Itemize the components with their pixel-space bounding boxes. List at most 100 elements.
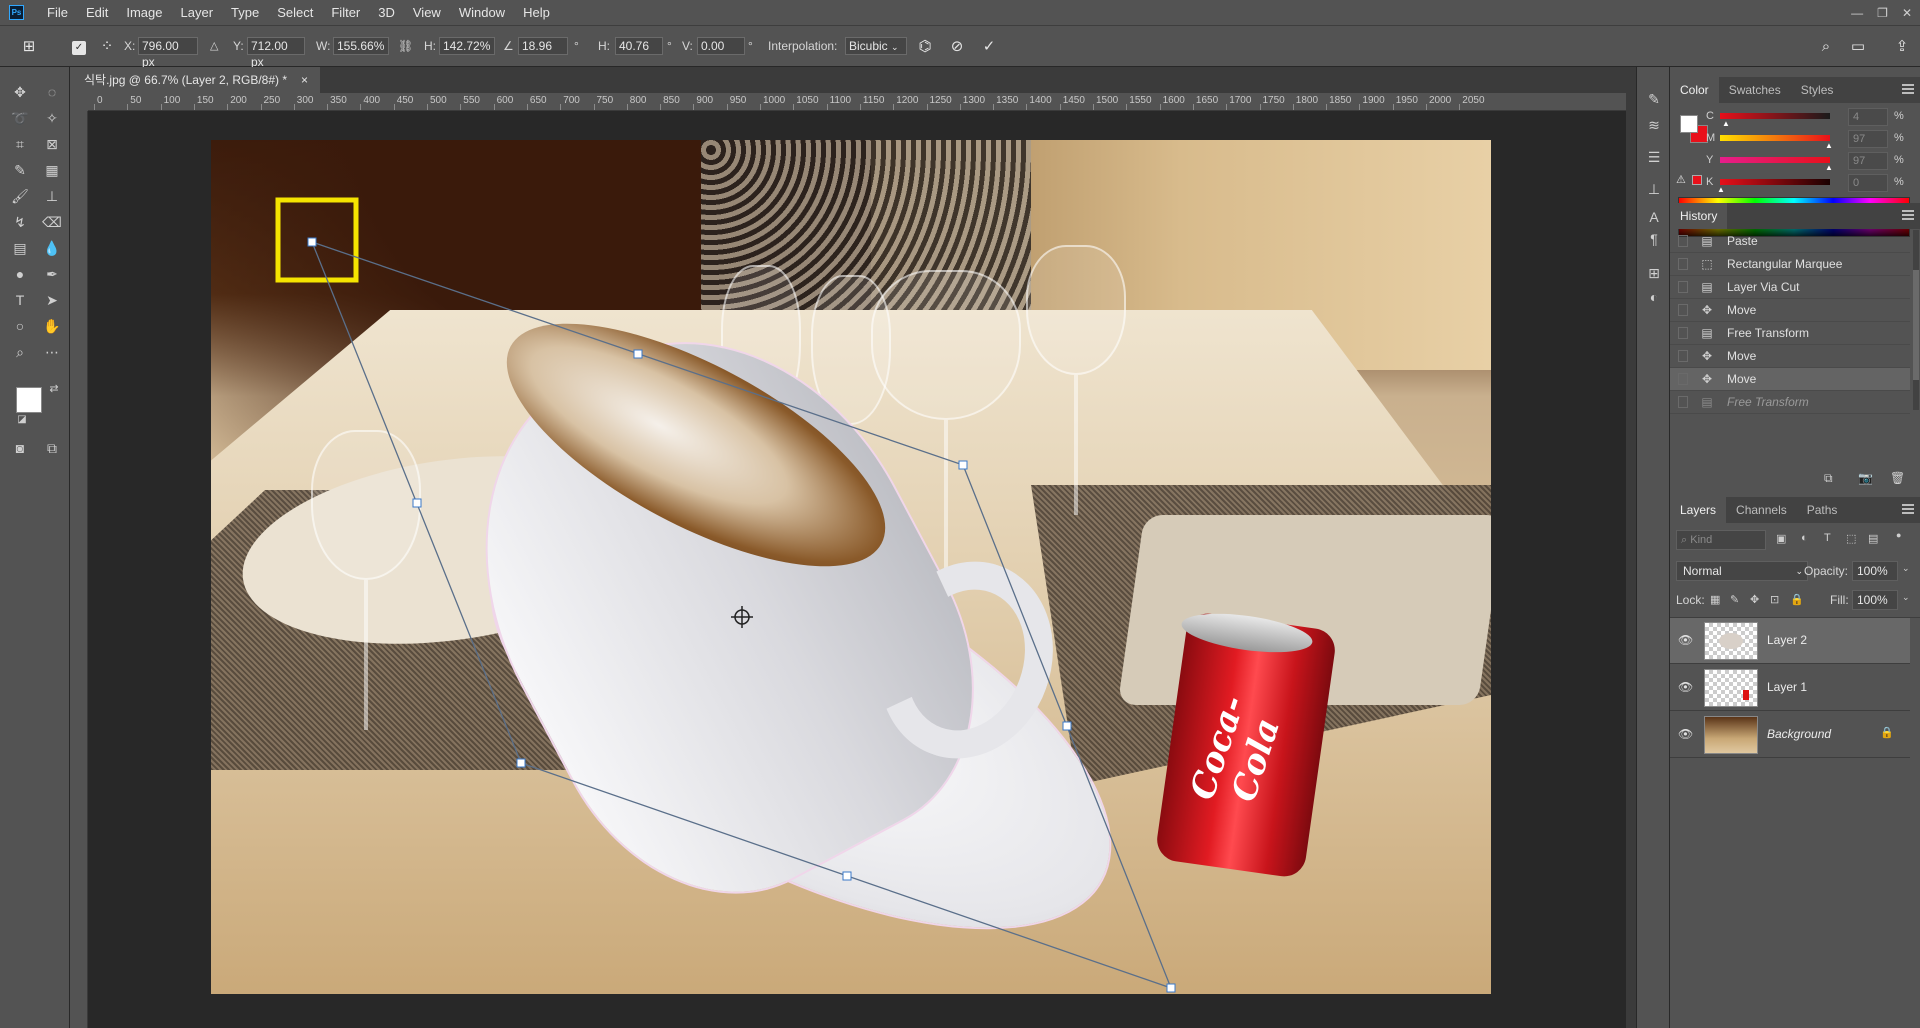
new-document-from-state-icon[interactable]: ⧉ — [1824, 471, 1833, 486]
layer-row-background[interactable]: 👁 Background 🔒 — [1670, 712, 1910, 758]
lock-artboard-icon[interactable]: ⊡ — [1770, 593, 1779, 606]
slider-value-k[interactable]: 0 — [1848, 174, 1888, 192]
move-tool-icon[interactable]: ✥ — [9, 81, 31, 103]
adjustments-circle-icon[interactable]: ◐ — [1644, 287, 1664, 307]
slider-thumb-y[interactable]: ▲ — [1825, 163, 1833, 172]
character-icon[interactable]: A — [1644, 207, 1664, 227]
brush-settings-icon[interactable]: ✎ — [1644, 89, 1664, 109]
delta-icon[interactable]: △ — [210, 36, 218, 56]
properties-icon[interactable]: ⊞ — [1644, 263, 1664, 283]
close-tab-icon[interactable]: × — [301, 67, 308, 93]
y-field[interactable]: 712.00 px — [247, 37, 305, 69]
filter-toggle-icon[interactable]: ● — [1896, 530, 1901, 540]
history-brush-icon[interactable]: ↯ — [9, 211, 31, 233]
height-field[interactable]: 142.72% — [439, 37, 495, 55]
history-snapshot-checkbox[interactable] — [1678, 396, 1688, 408]
type-tool-icon[interactable]: T — [9, 289, 31, 311]
more-tools-icon[interactable]: ⋯ — [41, 341, 63, 363]
visibility-eye-icon[interactable]: 👁 — [1678, 727, 1693, 741]
lock-position-icon[interactable]: ✥ — [1750, 593, 1759, 606]
history-snapshot-checkbox[interactable] — [1678, 281, 1688, 293]
layer-row-layer-2[interactable]: 👁 Layer 2 — [1670, 618, 1910, 664]
h-skew-field[interactable]: 40.76 — [615, 37, 663, 55]
visibility-eye-icon[interactable]: 👁 — [1678, 680, 1693, 694]
brushes-icon[interactable]: ≋ — [1644, 115, 1664, 135]
menu-edit[interactable]: Edit — [77, 0, 117, 25]
history-scrollbar[interactable] — [1913, 230, 1919, 410]
swap-colors-icon[interactable]: ⇄ — [43, 378, 65, 400]
eyedropper-icon[interactable]: ✎ — [9, 159, 31, 181]
gradient-tool-icon[interactable]: ▤ — [9, 237, 31, 259]
history-item[interactable]: ▤ Layer Via Cut — [1670, 276, 1910, 299]
path-select-icon[interactable]: ➤ — [41, 289, 63, 311]
cancel-transform-icon[interactable]: ⊘ — [948, 38, 966, 56]
width-field[interactable]: 155.66% — [333, 37, 389, 55]
history-scrollbar-thumb[interactable] — [1913, 270, 1919, 380]
lock-image-icon[interactable]: ✎ — [1730, 593, 1739, 606]
frame-tool-icon[interactable]: ⊠ — [41, 133, 63, 155]
slider-track-k[interactable] — [1720, 179, 1830, 185]
brush-tool-icon[interactable]: 🖌 — [9, 185, 31, 207]
history-item-selected[interactable]: ✥ Move — [1670, 368, 1910, 391]
default-colors-icon[interactable]: ◪ — [11, 409, 33, 431]
menu-3d[interactable]: 3D — [369, 0, 404, 25]
commit-transform-icon[interactable]: ✓ — [980, 38, 998, 56]
history-snapshot-checkbox[interactable] — [1678, 373, 1688, 385]
history-item[interactable]: ✥ Move — [1670, 299, 1910, 322]
history-snapshot-checkbox[interactable] — [1678, 235, 1688, 247]
layer-filter-kind[interactable]: ⌕ Kind — [1676, 530, 1766, 550]
tab-layers[interactable]: Layers — [1670, 497, 1727, 523]
search-icon[interactable]: ⌕ — [1817, 38, 1835, 56]
warp-icon[interactable]: ⌬ — [916, 38, 934, 56]
slider-track-c[interactable] — [1720, 113, 1830, 119]
dock-divider[interactable] — [1626, 67, 1636, 1028]
lock-icon[interactable]: 🔒 — [1880, 726, 1894, 739]
panel-menu-icon[interactable] — [1902, 84, 1914, 94]
ruler-corner[interactable] — [70, 93, 88, 111]
reference-grid-icon[interactable]: ⁘ — [98, 38, 116, 56]
minimize-icon[interactable]: — — [1851, 6, 1863, 20]
menu-help[interactable]: Help — [514, 0, 559, 25]
menu-type[interactable]: Type — [222, 0, 268, 25]
menu-window[interactable]: Window — [450, 0, 514, 25]
blend-mode-select[interactable]: Normal ⌄ — [1676, 561, 1808, 581]
quick-mask-icon[interactable]: ◙ — [9, 437, 31, 459]
history-item-undone[interactable]: ▤ Free Transform — [1670, 391, 1910, 414]
document-tab[interactable]: 식탁.jpg @ 66.7% (Layer 2, RGB/8#) * × — [70, 67, 321, 93]
slider-track-m[interactable] — [1720, 135, 1830, 141]
filter-smart-object-icon[interactable]: ▤ — [1868, 532, 1878, 545]
patch-tool-icon[interactable]: ▦ — [41, 159, 63, 181]
elliptical-marquee-icon[interactable]: ◌ — [41, 81, 63, 103]
filter-shape-icon[interactable]: ⬚ — [1846, 532, 1856, 545]
fill-chevron-icon[interactable]: ⌄ — [1902, 592, 1910, 603]
menu-view[interactable]: View — [404, 0, 450, 25]
history-snapshot-checkbox[interactable] — [1678, 350, 1688, 362]
history-snapshot-checkbox[interactable] — [1678, 258, 1688, 270]
tab-color[interactable]: Color — [1670, 77, 1719, 103]
tab-history[interactable]: History — [1670, 203, 1728, 229]
tab-channels[interactable]: Channels — [1726, 497, 1797, 523]
clone-source-icon[interactable]: ⊥ — [1644, 179, 1664, 199]
screen-mode-icon[interactable]: ⧉ — [41, 437, 63, 459]
stamp-tool-icon[interactable]: ⊥ — [41, 185, 63, 207]
workspace-icon[interactable]: ▭ — [1849, 38, 1867, 56]
pen-tool-icon[interactable]: ✒ — [41, 263, 63, 285]
filter-pixel-icon[interactable]: ▣ — [1776, 532, 1786, 545]
adjustments-icon[interactable]: ☰ — [1644, 147, 1664, 167]
filter-adjustment-icon[interactable]: ◐ — [1801, 532, 1808, 544]
visibility-eye-icon[interactable]: 👁 — [1678, 633, 1693, 647]
magic-wand-icon[interactable]: ✧ — [41, 107, 63, 129]
history-snapshot-checkbox[interactable] — [1678, 304, 1688, 316]
slider-value-y[interactable]: 97 — [1848, 152, 1888, 170]
v-skew-field[interactable]: 0.00 — [697, 37, 745, 55]
history-item[interactable]: ✥ Move — [1670, 345, 1910, 368]
reference-point-icon[interactable]: ⊞ — [20, 38, 38, 56]
eraser-tool-icon[interactable]: ⌫ — [41, 211, 63, 233]
slider-value-c[interactable]: 4 — [1848, 108, 1888, 126]
menu-image[interactable]: Image — [117, 0, 171, 25]
tab-swatches[interactable]: Swatches — [1719, 77, 1791, 103]
hand-tool-icon[interactable]: ✋ — [41, 315, 63, 337]
x-field[interactable]: 796.00 px — [138, 37, 198, 69]
share-icon[interactable]: ⇪ — [1893, 38, 1911, 56]
layer-row-layer-1[interactable]: 👁 Layer 1 — [1670, 665, 1910, 711]
